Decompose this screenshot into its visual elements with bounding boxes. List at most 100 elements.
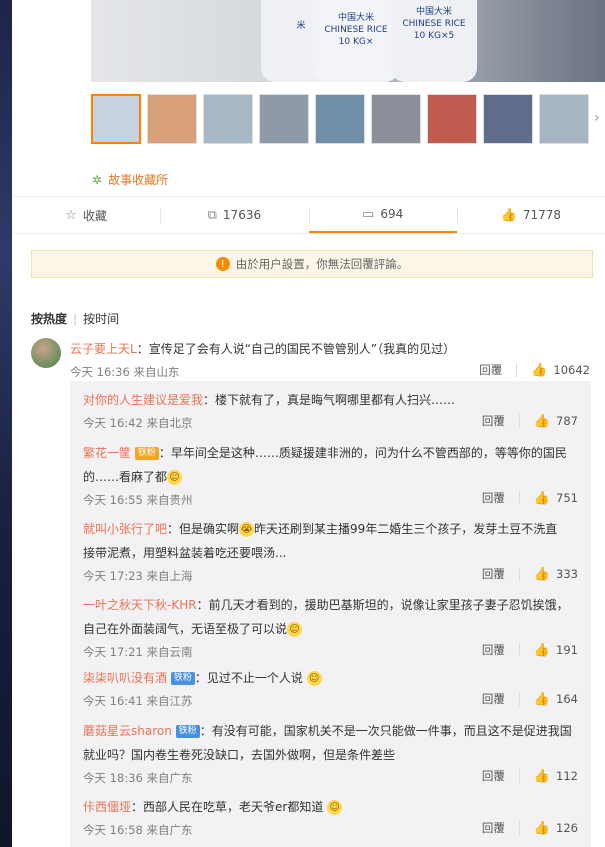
comment-button[interactable]: ▭ 694	[308, 197, 457, 233]
reply-button[interactable]: 回覆	[482, 490, 505, 506]
reply-item: 蘑菇星云sharon 铁粉 ：有没有可能，国家机关不是一次只能做一件事，而且这不是…	[83, 719, 578, 789]
avatar[interactable]	[31, 338, 61, 368]
thumbs-up-icon[interactable]: 👍	[534, 692, 550, 707]
thumbnail-3[interactable]	[203, 94, 253, 144]
reply-text: 就业吗？国内卷生卷死没缺口，去国外做啊，但是条件差些	[83, 748, 396, 762]
thumbs-up-icon[interactable]: 👍	[534, 491, 550, 506]
post-main-image[interactable]: 米 中国大米 CHINESE RICE 10 KG× 中国大米 CHINESE …	[91, 0, 605, 82]
reply-time: 今天 16:55 来自贵州	[83, 493, 193, 507]
reply-username[interactable]: 柒柒叭叭没有酒	[83, 671, 167, 685]
reply-item: 繁花一筐 铁粉 ：早年间全是这种……质疑援建非洲的，问为什么不管西部的，等等你的国…	[83, 441, 578, 511]
reply-username[interactable]: 佧西僵垭	[83, 800, 131, 814]
sort-by-hot[interactable]: 按热度	[31, 312, 67, 326]
thumbs-up-icon[interactable]: 👍	[534, 821, 550, 836]
reply-button[interactable]: 回覆	[479, 362, 502, 378]
reply-time: 今天 18:36 来自广东	[83, 771, 193, 785]
reply-username[interactable]: 对你的人生建议是爱我	[83, 393, 203, 407]
reply-button[interactable]: 回覆	[482, 691, 505, 707]
thumbs-up-icon[interactable]: 👍	[531, 363, 547, 378]
reply-text: 接带泥煮，用塑料盆装着吃还要喂汤...	[83, 546, 287, 560]
replies-panel: 对你的人生建议是爱我：楼下就有了，真是晦气啊哪里都有人扫兴…… 今天 16:42 …	[70, 381, 591, 847]
reply-text: 昨天还刷到某主播99年二婚生三个孩子，发芽土豆不洗直	[254, 522, 558, 536]
reply-text: ：见过不止一个人说	[194, 671, 303, 685]
reply-username[interactable]: 一叶之秋天下秋-KHR	[83, 598, 197, 612]
comment-username[interactable]: 云子要上天L	[70, 342, 137, 356]
thumbnail-8[interactable]	[483, 94, 533, 144]
reply-like-count: 112	[556, 769, 578, 783]
sort-by-time[interactable]: 按时间	[83, 312, 119, 326]
rice-sack: 中国大米 CHINESE RICE 10 KG×5	[391, 0, 477, 82]
thumbs-up-icon: 👍	[500, 207, 517, 223]
thumbs-up-icon[interactable]: 👍	[534, 643, 550, 658]
reply-text: ：前几天才看到的，援助巴基斯坦的，说像让家里孩子妻子忍饥挨饿，	[196, 598, 569, 612]
comment-time: 今天 16:36 来自山东	[70, 365, 180, 379]
thumbnail-9[interactable]	[539, 94, 589, 144]
reply-item: 一叶之秋天下秋-KHR：前几天才看到的，援助巴基斯坦的，说像让家里孩子妻子忍饥挨…	[83, 593, 578, 663]
reply-username[interactable]: 蘑菇星云sharon	[83, 724, 172, 738]
reply-button[interactable]: 回覆	[482, 768, 505, 784]
source-link[interactable]: ✲ 故事收藏所	[92, 171, 168, 188]
thumbnail-5[interactable]	[315, 94, 365, 144]
repost-button[interactable]: ⧉ 17636	[160, 197, 308, 233]
fan-badge: 铁粉	[134, 447, 159, 460]
thumbnail-7[interactable]	[427, 94, 477, 144]
like-button[interactable]: 👍 71778	[456, 197, 605, 233]
divider	[518, 821, 520, 835]
reply-time: 今天 17:23 来自上海	[83, 569, 193, 583]
thumbnail-6[interactable]	[371, 94, 421, 144]
comment-text: ：宣传足了会有人说“自己的国民不管管别人”（我真的见过）	[136, 342, 456, 356]
reply-button[interactable]: 回覆	[482, 642, 505, 658]
thumbnail-strip	[91, 94, 595, 146]
divider	[518, 491, 520, 505]
favorite-button[interactable]: ☆ 收藏	[12, 197, 160, 233]
thumbnail-2[interactable]	[147, 94, 197, 144]
star-icon: ☆	[65, 207, 77, 223]
thumbnail-4[interactable]	[259, 94, 309, 144]
page-background	[0, 0, 12, 847]
reply-time: 今天 16:42 来自北京	[83, 416, 193, 430]
reply-like-count: 126	[556, 821, 578, 835]
source-label[interactable]: 故事收藏所	[108, 173, 168, 187]
sack-text: 10 KG×	[338, 37, 374, 47]
reply-like-count: 164	[556, 692, 578, 706]
thumbs-up-icon[interactable]: 👍	[534, 769, 550, 784]
chevron-right-icon[interactable]: ›	[594, 110, 600, 126]
crying-emoji-icon: 😭	[239, 522, 255, 537]
reply-like-count: 751	[556, 491, 578, 505]
emoji-icon: ☺	[167, 470, 183, 485]
reply-text: ：早年间全是这种……质疑援建非洲的，问为什么不管西部的，等等你的国民	[158, 446, 567, 460]
reply-username[interactable]: 就叫小张行了吧	[83, 522, 167, 536]
fan-badge: 铁粉	[175, 725, 200, 738]
thumbs-up-icon[interactable]: 👍	[534, 567, 550, 582]
reply-text: ：楼下就有了，真是晦气啊哪里都有人扫兴……	[203, 393, 456, 407]
repost-icon: ⧉	[207, 207, 217, 223]
reply-text: 的……看麻了都	[83, 470, 168, 484]
thumbnail-1[interactable]	[91, 94, 141, 144]
comment-sort-tabs: 按热度 | 按时间	[31, 310, 125, 327]
divider	[518, 567, 520, 581]
thumbs-up-icon[interactable]: 👍	[534, 414, 550, 429]
reply-text: ：但是确实啊	[167, 522, 240, 536]
sort-divider: |	[73, 312, 78, 326]
reply-text: ：有没有可能，国家机关不是一次只能做一件事，而且这不是促进我国	[199, 724, 572, 738]
reply-item: 对你的人生建议是爱我：楼下就有了，真是晦气啊哪里都有人扫兴…… 今天 16:42 …	[83, 388, 578, 434]
reply-item: 柒柒叭叭没有酒 铁粉 ：见过不止一个人说 ☺ 今天 16:41 来自江苏 回覆 👍 164	[83, 666, 578, 712]
reply-button[interactable]: 回覆	[482, 820, 505, 836]
divider	[516, 363, 518, 377]
reply-username[interactable]: 繁花一筐	[83, 446, 131, 460]
reply-item: 就叫小张行了吧：但是确实啊 😭 昨天还刷到某主播99年二婚生三个孩子，发芽土豆不洗直…	[83, 517, 578, 587]
like-count: 71778	[522, 208, 562, 222]
notice-text: 由於用户設置，你無法回覆評論。	[235, 257, 409, 271]
emoji-icon: ☺	[306, 671, 322, 686]
comment-count: 694	[380, 207, 404, 221]
reply-button[interactable]: 回覆	[482, 566, 505, 582]
reply-button[interactable]: 回覆	[482, 413, 505, 429]
reply-disabled-notice: ! 由於用户設置，你無法回覆評論。	[31, 250, 593, 278]
divider	[518, 414, 520, 428]
reply-like-count: 191	[556, 643, 578, 657]
favorite-label: 收藏	[82, 208, 107, 223]
reply-time: 今天 16:58 来自广东	[83, 823, 193, 837]
sack-text: CHINESE RICE	[402, 19, 466, 29]
sack-text: 中国大米	[415, 7, 452, 17]
comment-icon: ▭	[362, 206, 375, 222]
